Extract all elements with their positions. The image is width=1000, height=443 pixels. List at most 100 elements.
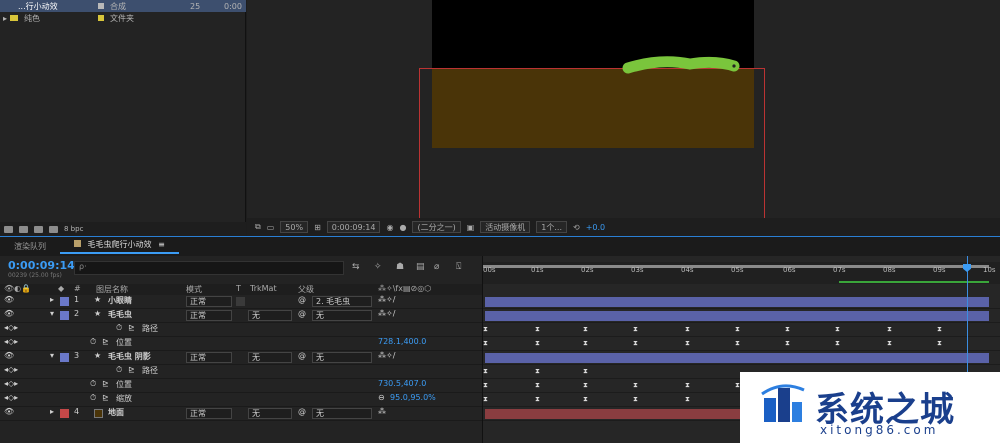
grid-icon[interactable]: ⊞ <box>314 223 321 232</box>
position-value[interactable]: 730.5,407.0 <box>378 379 426 388</box>
pickwhip-icon[interactable]: @ <box>298 295 306 304</box>
trkmat-select[interactable]: 无 <box>248 310 292 321</box>
keyframe-row[interactable]: ⧗ ⧗ ⧗ ⧗ ⧗ ⧗ ⧗ ⧗ ⧗ ⧗ <box>483 337 1000 351</box>
expand-arrow-icon[interactable]: ▸ <box>50 407 54 416</box>
preview-icon[interactable]: ⧉ <box>255 222 261 232</box>
time-ruler[interactable]: 00s 01s 02s 03s 04s 05s 06s 07s 08s 09s … <box>483 262 1000 284</box>
property-row[interactable]: ◂◇▸ ⏱ ⊵ 路径 <box>0 323 482 337</box>
shy-icon[interactable]: ☗ <box>396 262 406 272</box>
trkmat-select[interactable]: 无 <box>248 352 292 363</box>
pickwhip-icon[interactable]: @ <box>298 351 306 360</box>
label-color[interactable] <box>60 353 69 362</box>
expand-arrow-icon[interactable]: ▸ <box>0 14 10 23</box>
pickwhip-icon[interactable]: @ <box>298 407 306 416</box>
graph-editor-icon[interactable]: ⍂ <box>456 262 466 272</box>
layer-bar-row[interactable] <box>483 295 1000 309</box>
scale-value[interactable]: 95.0,95.0% <box>390 393 436 402</box>
roi-icon[interactable]: ▣ <box>467 223 475 232</box>
layer-duration-bar[interactable] <box>485 297 989 307</box>
comp-flowchart-icon[interactable]: ⇆ <box>352 262 362 272</box>
tab-composition[interactable]: 毛毛虫爬行小动效 ≡ <box>60 239 179 254</box>
stopwatch-icon[interactable]: ⏱ <box>116 365 122 375</box>
mode-select[interactable]: 正常 <box>186 352 232 363</box>
zoom-select[interactable]: 50% <box>280 221 309 233</box>
new-folder-icon[interactable] <box>19 225 28 233</box>
label-color[interactable] <box>60 297 69 306</box>
mode-select[interactable]: 正常 <box>186 296 232 307</box>
collapse-arrow-icon[interactable]: ▾ <box>50 351 54 360</box>
preserve-transparency-checkbox[interactable] <box>236 297 245 306</box>
current-time[interactable]: 0:00:09:14 <box>8 259 75 272</box>
stopwatch-icon[interactable]: ⏱ <box>90 393 96 403</box>
stopwatch-icon[interactable]: ⏱ <box>116 323 122 333</box>
caterpillar-shape <box>622 56 740 74</box>
menu-icon[interactable]: ≡ <box>158 240 165 249</box>
keyframe-nav-icon[interactable]: ◂◇▸ <box>4 393 18 402</box>
keyframe-nav-icon[interactable]: ◂◇▸ <box>4 365 18 374</box>
layer-bar-row[interactable] <box>483 309 1000 323</box>
keyframe-nav-icon[interactable]: ◂◇▸ <box>4 337 18 346</box>
mode-select[interactable]: 正常 <box>186 310 232 321</box>
label-color[interactable] <box>60 311 69 320</box>
stopwatch-icon[interactable]: ⏱ <box>90 379 96 389</box>
expand-arrow-icon[interactable]: ▸ <box>50 295 54 304</box>
project-item-folder[interactable]: ▸ 纯色 文件夹 <box>0 12 246 24</box>
switches[interactable]: ⁂✧/ <box>378 309 395 318</box>
keyframe-row[interactable]: ⧗ ⧗ ⧗ ⧗ ⧗ ⧗ ⧗ ⧗ ⧗ ⧗ <box>483 323 1000 337</box>
collapse-arrow-icon[interactable]: ▾ <box>50 309 54 318</box>
parent-select[interactable]: 无 <box>312 352 372 363</box>
resolution-select[interactable]: (二分之一) <box>412 221 461 233</box>
switches[interactable]: ⁂✧/ <box>378 295 395 304</box>
layer-row[interactable]: 👁 ▸ 1 ★ 小眼睛 正常 @ 2. 毛毛虫 ⁂✧/ <box>0 295 482 309</box>
position-value[interactable]: 728.1,400.0 <box>378 337 426 346</box>
switches[interactable]: ⁂✧/ <box>378 351 395 360</box>
property-row[interactable]: ◂◇▸ ⏱ ⊵ 路径 <box>0 365 482 379</box>
motion-blur-icon[interactable]: ⌀ <box>434 262 444 272</box>
time-display[interactable]: 0:00:09:14 <box>326 221 381 233</box>
camera-icon[interactable]: ◉ <box>386 223 393 232</box>
layer-header: 👁◐🔒 ◆ # 图层名称 模式 T TrkMat 父级 ⁂✧\fx▤⊘◎⬡ <box>0 284 482 295</box>
frame-blend-icon[interactable]: ▤ <box>416 262 426 272</box>
reset-exposure-icon[interactable]: ⟲ <box>573 223 580 232</box>
new-comp-icon[interactable] <box>34 225 43 233</box>
tab-render-queue[interactable]: 渲染队列 <box>0 241 60 252</box>
layer-search-input[interactable]: ρ· <box>74 261 344 275</box>
visibility-icon[interactable]: 👁 <box>4 351 14 360</box>
exposure-value[interactable]: +0.0 <box>586 223 605 232</box>
property-row[interactable]: ◂◇▸ ⏱ ⊵ 缩放 ⊖ 95.0,95.0% <box>0 393 482 407</box>
mode-select[interactable]: 正常 <box>186 408 232 419</box>
property-row[interactable]: ◂◇▸ ⏱ ⊵ 位置 728.1,400.0 <box>0 337 482 351</box>
label-color[interactable] <box>60 409 69 418</box>
caterpillar-eye <box>732 64 736 68</box>
project-item-comp[interactable]: ...行小动效 合成 25 0:00 <box>0 0 246 12</box>
camera-select[interactable]: 活动摄像机 <box>480 221 531 233</box>
stopwatch-icon[interactable]: ⏱ <box>90 337 96 347</box>
monitor-icon[interactable]: ▭ <box>267 223 275 232</box>
parent-select[interactable]: 无 <box>312 310 372 321</box>
layer-bar-row[interactable] <box>483 351 1000 365</box>
interpret-footage-icon[interactable] <box>4 225 13 233</box>
layer-duration-bar[interactable] <box>485 311 989 321</box>
keyframe-nav-icon[interactable]: ◂◇▸ <box>4 323 18 332</box>
link-icon[interactable]: ⊖ <box>378 393 385 402</box>
trkmat-select[interactable]: 无 <box>248 408 292 419</box>
views-select[interactable]: 1个... <box>536 221 567 233</box>
color-icon[interactable]: ● <box>399 223 406 232</box>
property-row[interactable]: ◂◇▸ ⏱ ⊵ 位置 730.5,407.0 <box>0 379 482 393</box>
parent-select[interactable]: 无 <box>312 408 372 419</box>
pickwhip-icon[interactable]: @ <box>298 309 306 318</box>
layer-duration-bar[interactable] <box>485 353 989 363</box>
switches[interactable]: ⁂ <box>378 407 386 416</box>
visibility-icon[interactable]: 👁 <box>4 295 14 304</box>
layer-row[interactable]: 👁 ▸ 4 地面 正常 无 @ 无 ⁂ <box>0 407 482 421</box>
bpc-label[interactable]: 8 bpc <box>64 225 83 233</box>
visibility-icon[interactable]: 👁 <box>4 407 14 416</box>
trash-icon[interactable] <box>49 225 58 233</box>
keyframe-nav-icon[interactable]: ◂◇▸ <box>4 379 18 388</box>
draft-3d-icon[interactable]: ✧ <box>374 262 384 272</box>
layer-row[interactable]: 👁 ▾ 2 ★ 毛毛虫 正常 无 @ 无 ⁂✧/ <box>0 309 482 323</box>
layer-row[interactable]: 👁 ▾ 3 ★ 毛毛虫 阴影 正常 无 @ 无 ⁂✧/ <box>0 351 482 365</box>
title-safe-frame <box>419 68 765 236</box>
parent-select[interactable]: 2. 毛毛虫 <box>312 296 372 307</box>
visibility-icon[interactable]: 👁 <box>4 309 14 318</box>
